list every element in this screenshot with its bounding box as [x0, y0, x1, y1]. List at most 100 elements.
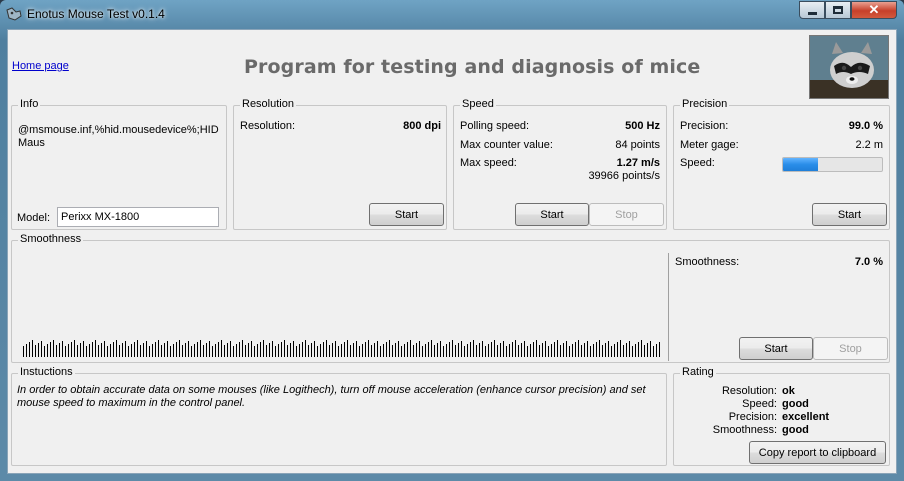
mouse-app-icon	[6, 7, 22, 21]
smoothness-bar	[452, 340, 453, 357]
speed-start-button[interactable]: Start	[515, 203, 589, 226]
home-page-link[interactable]: Home page	[12, 60, 69, 72]
resolution-start-button[interactable]: Start	[369, 203, 444, 226]
smoothness-bar	[440, 341, 441, 357]
rating-group: Rating Resolution: ok Speed: good Precis…	[673, 366, 890, 466]
smoothness-bar	[404, 344, 405, 357]
smoothness-bar	[206, 343, 207, 357]
smoothness-start-button[interactable]: Start	[739, 337, 813, 360]
smoothness-bar	[224, 345, 225, 357]
smoothness-bar	[635, 344, 636, 357]
minimize-button[interactable]	[799, 1, 825, 19]
model-field[interactable]	[57, 207, 219, 227]
smoothness-bar	[431, 340, 432, 357]
smoothness-bar	[92, 342, 93, 357]
instructions-text: In order to obtain accurate data on some…	[17, 384, 646, 409]
max-speed-points: 39966 points/s	[588, 170, 660, 182]
smoothness-bar	[299, 344, 300, 357]
smoothness-bar	[332, 343, 333, 357]
smoothness-bar	[239, 342, 240, 357]
smoothness-bar	[131, 344, 132, 357]
smoothness-value: 7.0 %	[854, 256, 883, 268]
maximize-button[interactable]	[825, 1, 851, 19]
smoothness-bar	[476, 345, 477, 357]
smoothness-bar	[194, 344, 195, 357]
smoothness-bar	[482, 341, 483, 357]
smoothness-bar	[134, 342, 135, 357]
counter-label: Max counter value:	[460, 139, 553, 151]
smoothness-bar	[71, 342, 72, 357]
smoothness-bar	[107, 346, 108, 357]
precision-start-button[interactable]: Start	[812, 203, 887, 226]
smoothness-bar	[584, 343, 585, 357]
smoothness-bar	[263, 340, 264, 357]
smoothness-legend: Smoothness	[18, 233, 84, 245]
smoothness-bar	[545, 341, 546, 357]
smoothness-bar	[287, 345, 288, 357]
smoothness-bar	[446, 344, 447, 357]
smoothness-bar	[548, 346, 549, 357]
smoothness-bar	[197, 342, 198, 357]
precision-speed-fill	[783, 158, 818, 171]
smoothness-bar	[485, 346, 486, 357]
smoothness-bar	[260, 342, 261, 357]
resolution-group: Resolution Resolution: 800 dpi Start	[233, 98, 447, 230]
instructions-group: Instuctions In order to obtain accurate …	[11, 366, 667, 466]
smoothness-bar	[83, 341, 84, 357]
smoothness-bar	[563, 343, 564, 357]
smoothness-bar	[98, 345, 99, 357]
smoothness-bar	[530, 344, 531, 357]
smoothness-label: Smoothness:	[675, 256, 740, 268]
smoothness-group: Smoothness Smoothness: 7.0 % Start Stop	[11, 233, 890, 363]
smoothness-bar	[227, 343, 228, 357]
copy-report-button[interactable]: Copy report to clipboard	[749, 441, 886, 464]
max-speed-label: Max speed:	[460, 157, 517, 169]
close-button[interactable]: ✕	[851, 1, 897, 19]
smoothness-bar	[281, 342, 282, 357]
smoothness-stop-button[interactable]: Stop	[813, 337, 888, 360]
smoothness-bar	[647, 343, 648, 357]
smoothness-bar	[620, 340, 621, 357]
model-label: Model:	[17, 212, 51, 224]
smoothness-bar	[95, 340, 96, 357]
counter-value: 84 points	[615, 139, 660, 151]
smoothness-bar	[167, 341, 168, 357]
smoothness-bar	[65, 346, 66, 357]
smoothness-bar	[569, 346, 570, 357]
smoothness-bar	[296, 346, 297, 357]
smoothness-bar	[449, 342, 450, 357]
smoothness-bar	[113, 342, 114, 357]
smoothness-bar	[560, 345, 561, 357]
smoothness-bar	[413, 345, 414, 357]
title-bar[interactable]: Enotus Mouse Test v0.1.4 ✕	[0, 0, 904, 28]
smoothness-bar	[158, 340, 159, 357]
smoothness-bar	[38, 343, 39, 357]
smoothness-bar	[416, 343, 417, 357]
rating-smoothness-label: Smoothness:	[712, 424, 777, 436]
smoothness-bar	[23, 346, 24, 357]
smoothness-bar	[626, 343, 627, 357]
smoothness-bar	[359, 346, 360, 357]
meter-gage-value: 2.2 m	[855, 139, 883, 151]
smoothness-bar	[533, 342, 534, 357]
smoothness-bar	[368, 340, 369, 357]
smoothness-bar	[437, 343, 438, 357]
polling-value: 500 Hz	[625, 120, 660, 132]
smoothness-bar	[308, 345, 309, 357]
smoothness-bar	[302, 342, 303, 357]
smoothness-bar	[611, 346, 612, 357]
smoothness-bar	[344, 342, 345, 357]
smoothness-bar	[128, 346, 129, 357]
smoothness-bar	[77, 345, 78, 357]
rating-precision-value: excellent	[782, 411, 830, 423]
smoothness-bar	[656, 344, 657, 357]
smoothness-bar	[275, 346, 276, 357]
rating-resolution-label: Resolution:	[721, 385, 777, 397]
smoothness-bar	[80, 343, 81, 357]
smoothness-bar	[179, 340, 180, 357]
smoothness-bar	[455, 345, 456, 357]
smoothness-bar	[458, 343, 459, 357]
smoothness-bar	[152, 344, 153, 357]
smoothness-bar	[542, 343, 543, 357]
speed-stop-button[interactable]: Stop	[589, 203, 664, 226]
